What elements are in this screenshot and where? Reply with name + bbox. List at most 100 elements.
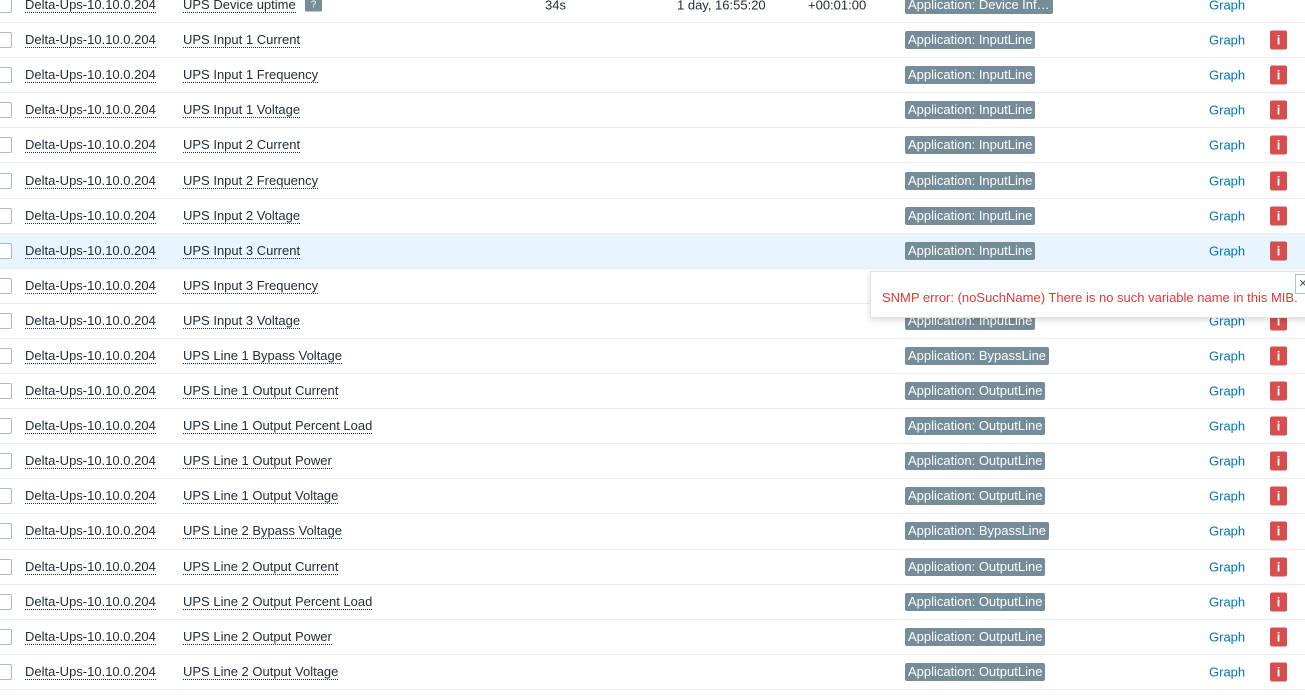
graph-link[interactable]: Graph (1209, 68, 1245, 83)
item-name-link[interactable]: UPS Line 2 Output Current (183, 559, 339, 575)
host-link[interactable]: Delta-Ups-10.10.0.204 (25, 594, 156, 610)
graph-link[interactable]: Graph (1209, 208, 1245, 223)
row-checkbox[interactable] (0, 663, 12, 680)
error-info-icon[interactable]: i (1270, 30, 1287, 50)
item-name-link[interactable]: UPS Input 2 Current (183, 137, 301, 154)
host-link[interactable]: Delta-Ups-10.10.0.204 (25, 208, 156, 224)
item-name-link[interactable]: UPS Line 1 Output Current (183, 383, 339, 400)
item-name-link[interactable]: UPS Input 3 Voltage (183, 313, 301, 329)
host-link[interactable]: Delta-Ups-10.10.0.204 (25, 664, 156, 680)
item-name-link[interactable]: UPS Line 2 Output Power (183, 629, 332, 645)
item-name-link[interactable]: UPS Line 1 Output Percent Load (183, 418, 373, 435)
error-info-icon[interactable]: i (1270, 171, 1287, 191)
error-info-icon[interactable]: i (1270, 486, 1287, 506)
error-info-icon[interactable]: i (1270, 100, 1287, 120)
row-checkbox[interactable] (0, 558, 12, 575)
item-name-link[interactable]: UPS Line 1 Output Voltage (183, 488, 339, 505)
item-name-link[interactable]: UPS Input 1 Voltage (183, 102, 301, 119)
row-checkbox[interactable] (0, 32, 12, 49)
graph-link[interactable]: Graph (1209, 594, 1245, 609)
graph-link[interactable]: Graph (1209, 384, 1245, 399)
error-info-icon[interactable]: i (1270, 65, 1287, 85)
error-info-icon[interactable]: i (1270, 381, 1287, 401)
host-link[interactable]: Delta-Ups-10.10.0.204 (25, 313, 156, 329)
row-checkbox[interactable] (0, 242, 12, 259)
row-checkbox[interactable] (0, 593, 12, 610)
host-link[interactable]: Delta-Ups-10.10.0.204 (25, 137, 156, 154)
host-link[interactable]: Delta-Ups-10.10.0.204 (25, 0, 156, 14)
item-name-link[interactable]: UPS Line 1 Output Power (183, 453, 332, 470)
row-checkbox[interactable] (0, 172, 12, 189)
error-info-icon[interactable]: i (1270, 135, 1287, 155)
error-info-icon[interactable]: i (1270, 627, 1287, 647)
item-name-link[interactable]: UPS Input 1 Current (183, 32, 301, 49)
row-checkbox[interactable] (0, 628, 12, 645)
host-link[interactable]: Delta-Ups-10.10.0.204 (25, 173, 156, 189)
host-link[interactable]: Delta-Ups-10.10.0.204 (25, 418, 156, 435)
description-hint-icon[interactable]: ? (305, 0, 322, 12)
row-checkbox[interactable] (0, 102, 12, 119)
error-info-icon[interactable]: i (1270, 241, 1287, 261)
host-link[interactable]: Delta-Ups-10.10.0.204 (25, 453, 156, 470)
close-icon[interactable]: ✕ (1295, 274, 1305, 294)
host-link[interactable]: Delta-Ups-10.10.0.204 (25, 559, 156, 575)
item-name-link[interactable]: UPS Line 2 Output Voltage (183, 664, 339, 680)
item-name-link[interactable]: UPS Input 2 Frequency (183, 173, 319, 189)
row-checkbox[interactable] (0, 523, 12, 540)
row-checkbox[interactable] (0, 137, 12, 154)
item-name-link[interactable]: UPS Line 1 Bypass Voltage (183, 348, 342, 364)
error-info-icon[interactable]: i (1270, 206, 1287, 226)
application-tag: Application: InputLine (905, 31, 1036, 50)
item-name-link[interactable]: UPS Input 3 Frequency (183, 278, 319, 294)
row-checkbox[interactable] (0, 67, 12, 84)
graph-link[interactable]: Graph (1209, 524, 1245, 539)
row-checkbox[interactable] (0, 383, 12, 400)
error-info-icon[interactable]: i (1270, 346, 1287, 366)
graph-link[interactable]: Graph (1209, 173, 1245, 188)
graph-link[interactable]: Graph (1209, 664, 1245, 679)
row-checkbox[interactable] (0, 0, 12, 14)
host-link[interactable]: Delta-Ups-10.10.0.204 (25, 67, 156, 84)
graph-link[interactable]: Graph (1209, 0, 1245, 13)
host-link[interactable]: Delta-Ups-10.10.0.204 (25, 278, 156, 294)
error-info-icon[interactable]: i (1270, 592, 1287, 612)
row-checkbox[interactable] (0, 347, 12, 364)
graph-link[interactable]: Graph (1209, 419, 1245, 434)
error-info-icon[interactable]: i (1270, 521, 1287, 541)
host-link[interactable]: Delta-Ups-10.10.0.204 (25, 488, 156, 505)
error-info-icon[interactable]: i (1270, 451, 1287, 471)
graph-link[interactable]: Graph (1209, 454, 1245, 469)
graph-link[interactable]: Graph (1209, 243, 1245, 258)
item-name-link[interactable]: UPS Input 1 Frequency (183, 67, 319, 84)
row-checkbox[interactable] (0, 488, 12, 505)
graph-link[interactable]: Graph (1209, 33, 1245, 48)
host-link[interactable]: Delta-Ups-10.10.0.204 (25, 348, 156, 364)
error-info-icon[interactable]: i (1270, 416, 1287, 436)
host-link[interactable]: Delta-Ups-10.10.0.204 (25, 523, 156, 540)
host-link[interactable]: Delta-Ups-10.10.0.204 (25, 383, 156, 400)
table-row: Delta-Ups-10.10.0.204 UPS Line 1 Output V… (0, 479, 1305, 515)
error-info-icon[interactable]: i (1270, 662, 1287, 682)
error-info-icon[interactable]: i (1270, 557, 1287, 577)
host-link[interactable]: Delta-Ups-10.10.0.204 (25, 102, 156, 119)
graph-link[interactable]: Graph (1209, 348, 1245, 363)
row-checkbox[interactable] (0, 207, 12, 224)
graph-link[interactable]: Graph (1209, 103, 1245, 118)
graph-link[interactable]: Graph (1209, 138, 1245, 153)
item-name-link[interactable]: UPS Input 2 Voltage (183, 208, 301, 224)
table-row: Delta-Ups-10.10.0.204 UPS Device uptime? 3… (0, 0, 1305, 24)
host-link[interactable]: Delta-Ups-10.10.0.204 (25, 629, 156, 645)
graph-link[interactable]: Graph (1209, 559, 1245, 574)
host-link[interactable]: Delta-Ups-10.10.0.204 (25, 243, 156, 259)
item-name-link[interactable]: UPS Device uptime (183, 0, 296, 14)
item-name-link[interactable]: UPS Input 3 Current (183, 243, 301, 259)
row-checkbox[interactable] (0, 453, 12, 470)
row-checkbox[interactable] (0, 418, 12, 435)
row-checkbox[interactable] (0, 312, 12, 329)
item-name-link[interactable]: UPS Line 2 Bypass Voltage (183, 523, 342, 540)
host-link[interactable]: Delta-Ups-10.10.0.204 (25, 32, 156, 49)
item-name-link[interactable]: UPS Line 2 Output Percent Load (183, 594, 373, 610)
graph-link[interactable]: Graph (1209, 629, 1245, 644)
row-checkbox[interactable] (0, 277, 12, 294)
graph-link[interactable]: Graph (1209, 489, 1245, 504)
